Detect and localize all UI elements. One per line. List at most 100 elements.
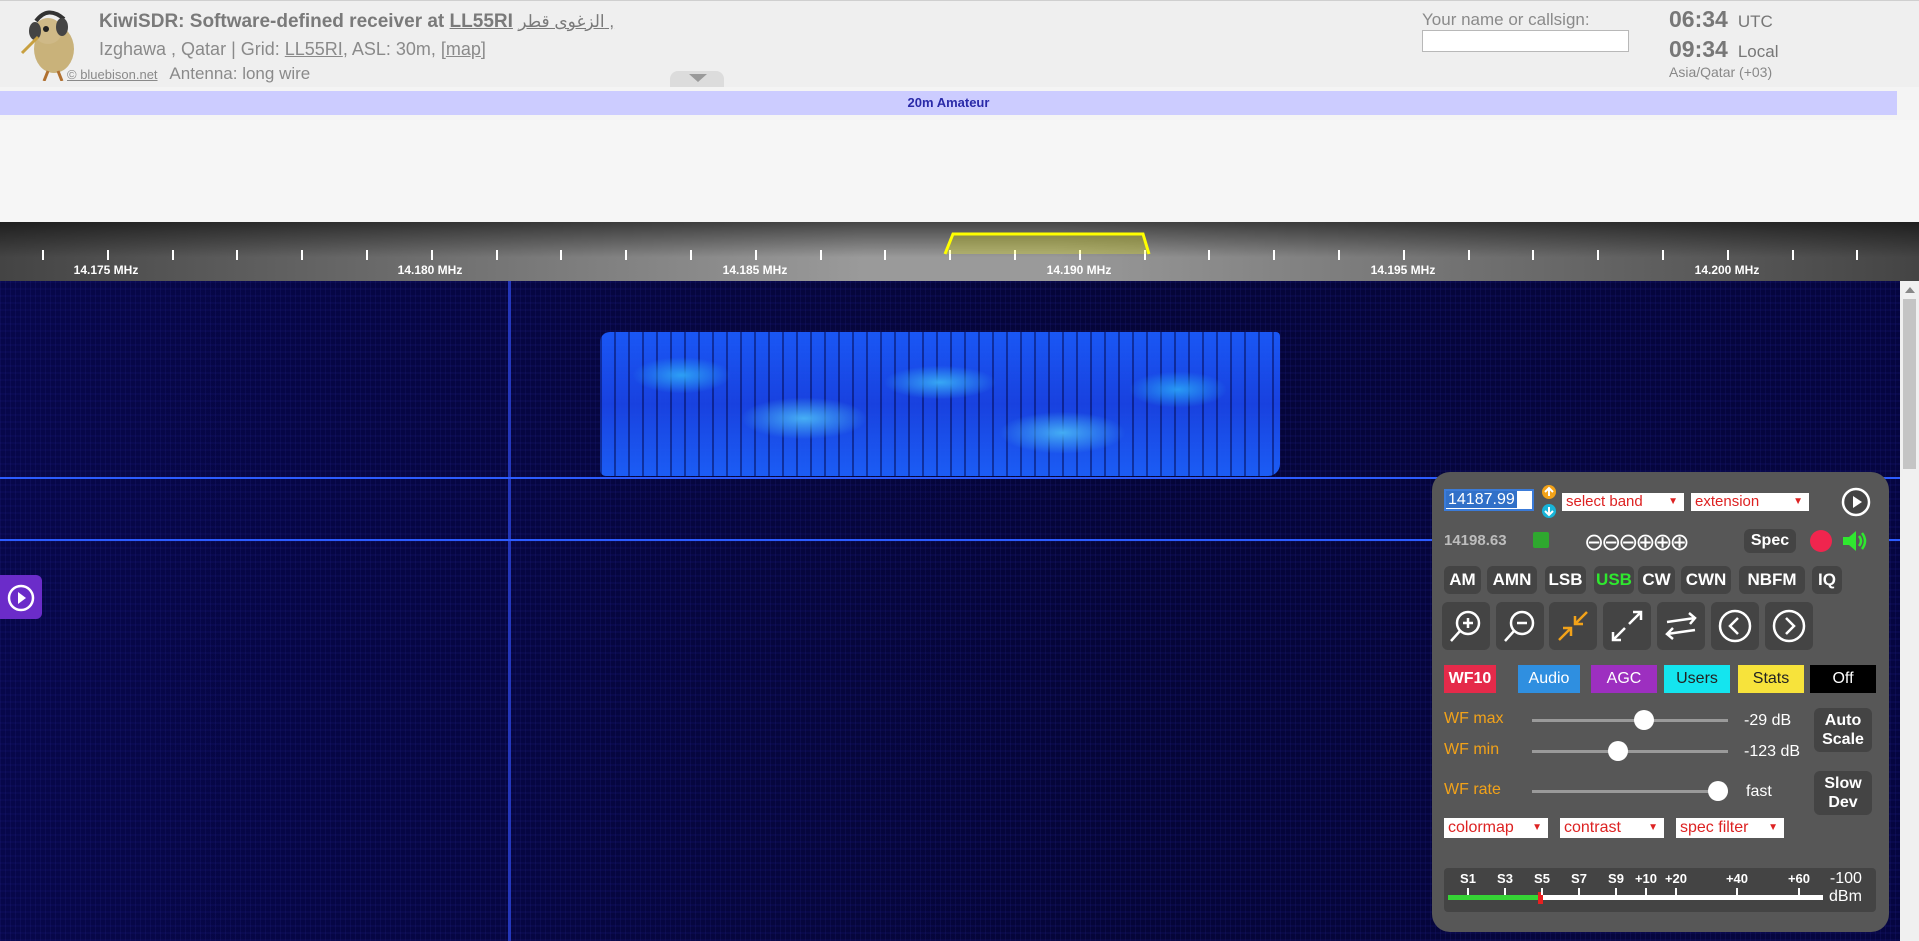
site-credit: © bluebison.net Antenna: long wire bbox=[67, 64, 310, 84]
s-meter-level-bar bbox=[1448, 895, 1538, 900]
s-meter-tick bbox=[1615, 888, 1617, 895]
collapse-header-button[interactable] bbox=[670, 71, 724, 87]
scale-tick bbox=[1727, 250, 1729, 260]
mode-button-am[interactable]: AM bbox=[1444, 566, 1481, 594]
play-circle-icon[interactable] bbox=[1840, 486, 1872, 518]
callsign-input[interactable] bbox=[1422, 30, 1629, 52]
zoom-in-icon bbox=[1450, 610, 1481, 642]
s-meter-label: S7 bbox=[1571, 871, 1587, 886]
auto-scale-button[interactable]: Auto Scale bbox=[1814, 708, 1872, 752]
zoom-to-band-button[interactable] bbox=[1549, 602, 1597, 650]
spectrum-area[interactable] bbox=[0, 120, 1919, 222]
scale-tick bbox=[496, 250, 498, 260]
s-meter: -100 dBm S1 S3 S5 S7 S9 +10 +20 +40 +60 bbox=[1444, 868, 1876, 912]
tab-off[interactable]: Off bbox=[1810, 665, 1876, 693]
wf-max-slider-thumb[interactable] bbox=[1634, 710, 1654, 730]
credit-link[interactable]: © bluebison.net bbox=[67, 67, 158, 82]
scale-tick bbox=[1662, 250, 1664, 260]
tab-stats[interactable]: Stats bbox=[1738, 665, 1804, 693]
swap-button[interactable] bbox=[1657, 602, 1705, 650]
mode-button-lsb[interactable]: LSB bbox=[1545, 566, 1586, 594]
contrast-select[interactable]: contrast ▼ bbox=[1560, 818, 1664, 838]
scale-tick bbox=[884, 250, 886, 260]
record-button[interactable] bbox=[1810, 530, 1832, 552]
zoom-max-out-button[interactable] bbox=[1603, 602, 1651, 650]
extension-select[interactable]: extension ▼ bbox=[1691, 493, 1809, 511]
frequency-step-buttons[interactable]: ⊖⊖⊖⊕⊕⊕ bbox=[1584, 528, 1690, 557]
wf-min-slider-thumb[interactable] bbox=[1608, 741, 1628, 761]
page-scrollbar[interactable] bbox=[1900, 281, 1919, 941]
zoom-out-button[interactable] bbox=[1496, 602, 1544, 650]
frequency-input[interactable]: 14187.99 bbox=[1444, 489, 1534, 511]
play-circle-icon bbox=[7, 584, 35, 612]
top-bar: KiwiSDR: Software-defined receiver at LL… bbox=[0, 0, 1919, 87]
scroll-up-icon[interactable] bbox=[1905, 287, 1915, 293]
passband-marker[interactable] bbox=[943, 226, 1153, 256]
scale-tick bbox=[107, 250, 109, 260]
colormap-select-label: colormap bbox=[1448, 819, 1514, 836]
s-meter-label: S1 bbox=[1460, 871, 1476, 886]
zoom-in-button[interactable] bbox=[1442, 602, 1490, 650]
tab-agc[interactable]: AGC bbox=[1591, 665, 1657, 693]
scale-tick bbox=[560, 250, 562, 260]
wf-rate-slider[interactable] bbox=[1532, 790, 1728, 793]
chevron-down-icon bbox=[689, 74, 707, 82]
compress-arrows-icon bbox=[1558, 611, 1588, 641]
scale-frequency-label: 14.195 MHz bbox=[1370, 263, 1436, 277]
mode-button-nbfm[interactable]: NBFM bbox=[1739, 566, 1805, 594]
external-link-icon[interactable] bbox=[1533, 532, 1549, 548]
dropdown-arrow-icon: ▼ bbox=[1668, 496, 1678, 507]
tab-wf[interactable]: WF10 bbox=[1444, 665, 1496, 693]
callsign-label: Your name or callsign: bbox=[1422, 10, 1590, 29]
mode-button-cwn[interactable]: CWN bbox=[1681, 566, 1731, 594]
band-select-label: select band bbox=[1566, 493, 1643, 510]
mode-button-cw[interactable]: CW bbox=[1638, 566, 1675, 594]
antenna-text: Antenna: long wire bbox=[169, 64, 311, 83]
spec-filter-select-label: spec filter bbox=[1680, 819, 1749, 836]
location-text: Izghawa , Qatar | Grid: bbox=[99, 39, 280, 59]
spec-button[interactable]: Spec bbox=[1744, 529, 1796, 553]
wf-rate-label: WF rate bbox=[1444, 781, 1501, 798]
scroll-thumb[interactable] bbox=[1903, 299, 1916, 469]
wf-min-slider[interactable] bbox=[1532, 750, 1728, 753]
mode-button-amn[interactable]: AMN bbox=[1487, 566, 1537, 594]
scale-tick bbox=[1338, 250, 1340, 260]
tab-users[interactable]: Users bbox=[1664, 665, 1730, 693]
band-label[interactable]: 20m Amateur bbox=[0, 91, 1897, 115]
s-meter-tick bbox=[1736, 888, 1738, 895]
grid-link[interactable]: LL55RI bbox=[285, 39, 343, 59]
dbm-unit: dBm bbox=[1829, 888, 1862, 905]
spec-filter-select[interactable]: spec filter ▼ bbox=[1676, 818, 1784, 838]
utc-clock: 06:34 UTC bbox=[1669, 6, 1773, 33]
s-meter-label: S5 bbox=[1534, 871, 1550, 886]
page-right-button[interactable] bbox=[1765, 602, 1813, 650]
colormap-select[interactable]: colormap ▼ bbox=[1444, 818, 1548, 838]
page-left-button[interactable] bbox=[1711, 602, 1759, 650]
s-meter-label: +20 bbox=[1664, 871, 1688, 886]
scale-tick bbox=[1532, 250, 1534, 260]
site-title: KiwiSDR: Software-defined receiver at LL… bbox=[99, 11, 614, 33]
speaker-icon[interactable] bbox=[1840, 527, 1870, 555]
band-select[interactable]: select band ▼ bbox=[1562, 493, 1684, 511]
slow-dev-button[interactable]: Slow Dev bbox=[1814, 771, 1872, 815]
band-bar[interactable]: 20m Amateur bbox=[0, 91, 1897, 115]
scale-tick bbox=[625, 250, 627, 260]
s-meter-label: S9 bbox=[1608, 871, 1624, 886]
scale-frequency-label: 14.190 MHz bbox=[1046, 263, 1112, 277]
tab-audio[interactable]: Audio bbox=[1518, 665, 1580, 693]
wf-max-label: WF max bbox=[1444, 710, 1504, 727]
wf-rate-value: fast bbox=[1746, 783, 1772, 800]
utc-label: UTC bbox=[1737, 12, 1773, 31]
wf-rate-slider-thumb[interactable] bbox=[1708, 781, 1728, 801]
show-panel-button[interactable] bbox=[0, 575, 42, 619]
map-link[interactable]: map bbox=[446, 39, 481, 59]
frequency-step-icon[interactable] bbox=[1540, 484, 1558, 520]
s-meter-dbm-readout: -100 dBm bbox=[1829, 870, 1862, 906]
s-meter-tick bbox=[1798, 888, 1800, 895]
mode-button-usb[interactable]: USB bbox=[1594, 566, 1634, 594]
dropdown-arrow-icon: ▼ bbox=[1532, 822, 1542, 833]
wf-max-slider[interactable] bbox=[1532, 719, 1728, 722]
title-callsign-link[interactable]: LL55RI bbox=[450, 11, 513, 32]
utc-time: 06:34 bbox=[1669, 6, 1728, 32]
mode-button-iq[interactable]: IQ bbox=[1812, 566, 1842, 594]
